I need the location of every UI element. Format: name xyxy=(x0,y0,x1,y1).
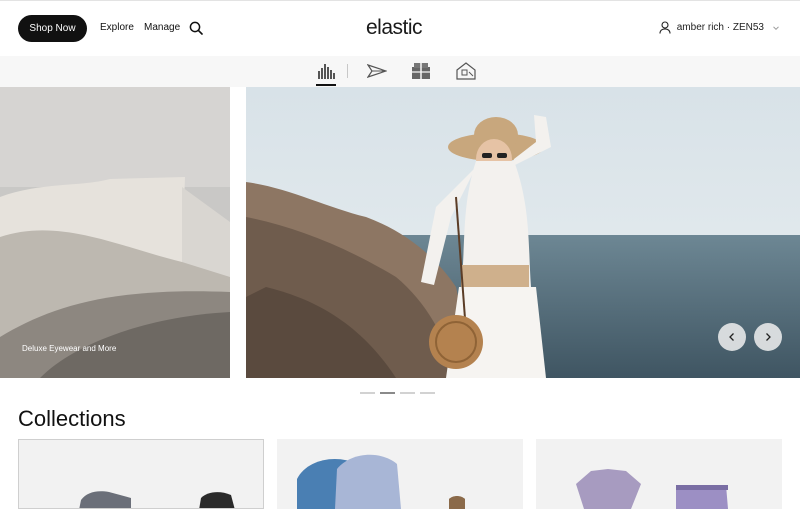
skyline-icon[interactable] xyxy=(316,62,336,80)
coastal-cliffs-image xyxy=(0,87,230,378)
active-category-indicator xyxy=(316,84,336,86)
slide-coastal-cliffs[interactable]: Deluxe Eyewear and More xyxy=(0,87,230,378)
brand-logo[interactable]: elastic xyxy=(366,16,423,40)
category-strip xyxy=(0,56,800,87)
hero-carousel: Deluxe Eyewear and More xyxy=(0,87,800,378)
carousel-dot-2[interactable] xyxy=(380,392,395,394)
top-header: Shop Now Explore Manage elastic amber ri… xyxy=(0,0,800,56)
shop-now-button[interactable]: Shop Now xyxy=(18,15,87,42)
nav-explore[interactable]: Explore xyxy=(100,22,134,33)
slide-caption: Deluxe Eyewear and More xyxy=(22,344,117,353)
collection-card-shoes[interactable] xyxy=(18,439,264,509)
woman-on-coast-image xyxy=(246,87,800,378)
carousel-dot-1[interactable] xyxy=(360,392,375,394)
nav-manage[interactable]: Manage xyxy=(144,22,180,33)
house-icon[interactable] xyxy=(456,62,476,80)
carousel-next-button[interactable] xyxy=(754,323,782,351)
user-icon xyxy=(659,21,671,34)
collection-card-apparel[interactable] xyxy=(536,439,782,509)
carousel-dot-4[interactable] xyxy=(420,392,435,394)
search-icon[interactable] xyxy=(189,21,203,35)
paper-plane-icon[interactable] xyxy=(367,62,387,80)
chevron-down-icon xyxy=(773,25,779,30)
user-name: amber rich · ZEN53 xyxy=(676,22,764,33)
carousel-pagination xyxy=(360,392,435,394)
slide-woman-coast[interactable] xyxy=(246,87,800,378)
apparel-image xyxy=(536,439,782,509)
gift-box-icon[interactable] xyxy=(411,62,431,80)
user-menu[interactable]: amber rich · ZEN53 xyxy=(659,21,780,34)
carousel-dot-3[interactable] xyxy=(400,392,415,394)
collections-heading: Collections xyxy=(18,406,126,431)
category-divider xyxy=(347,64,348,78)
carousel-prev-button[interactable] xyxy=(718,323,746,351)
shoes-image xyxy=(19,440,263,508)
collection-card-backpacks[interactable] xyxy=(277,439,523,509)
backpacks-image xyxy=(277,439,523,509)
chevron-left-icon xyxy=(729,333,734,341)
chevron-right-icon xyxy=(766,333,771,341)
